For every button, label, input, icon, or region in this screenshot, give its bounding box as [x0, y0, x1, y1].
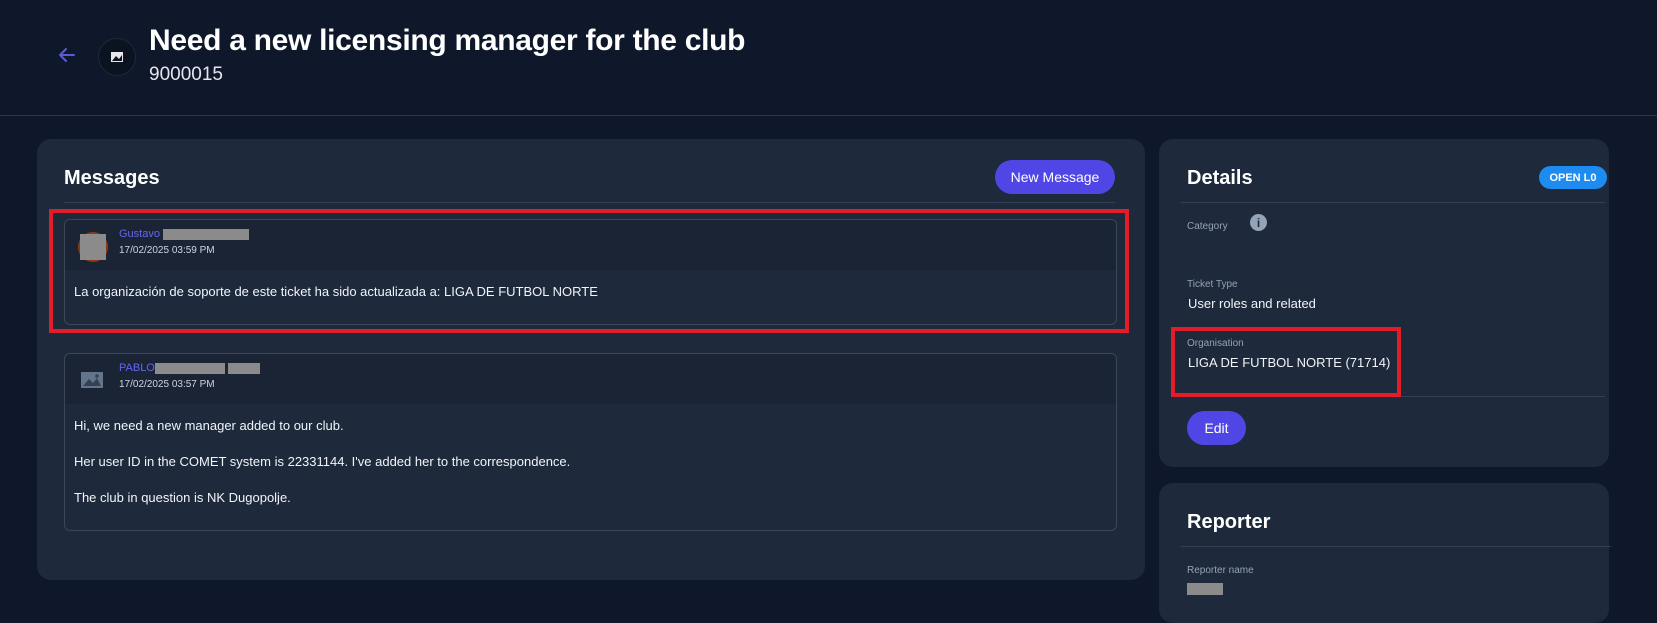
category-label: Category: [1187, 221, 1228, 232]
messages-divider: [64, 202, 1115, 203]
new-message-button[interactable]: New Message: [995, 160, 1115, 194]
details-divider: [1181, 202, 1605, 203]
edit-button[interactable]: Edit: [1187, 411, 1246, 445]
messages-title: Messages: [64, 167, 160, 189]
details-panel: Details OPEN L0 Category i Ticket Type U…: [1159, 139, 1609, 467]
message-text: Her user ID in the COMET system is 22331…: [74, 454, 571, 469]
highlight-box: [1171, 327, 1401, 397]
image-placeholder-icon: [77, 365, 107, 395]
highlight-box: [49, 209, 1129, 333]
message-header: PABLO 17/02/2025 03:57 PM: [65, 354, 1116, 404]
messages-panel: Messages New Message Gustavo 17/02/2025 …: [37, 139, 1145, 580]
info-icon[interactable]: i: [1250, 214, 1267, 231]
message-author[interactable]: PABLO: [119, 362, 260, 374]
back-arrow-icon[interactable]: [56, 44, 78, 66]
ticket-type-label: Ticket Type: [1187, 279, 1238, 290]
page-title: Need a new licensing manager for the clu…: [149, 24, 746, 57]
ticket-type-value: User roles and related: [1188, 296, 1316, 311]
reporter-title: Reporter: [1187, 511, 1271, 533]
reporter-name-label: Reporter name: [1187, 565, 1254, 576]
details-title: Details: [1187, 167, 1253, 189]
redacted-name: [154, 362, 225, 374]
ticket-id: 9000015: [149, 64, 223, 85]
message-text: Hi, we need a new manager added to our c…: [74, 418, 344, 433]
reporter-divider: [1181, 546, 1611, 547]
reporter-panel: Reporter Reporter name: [1159, 483, 1611, 623]
club-logo-icon: [98, 38, 136, 76]
ticket-header: Need a new licensing manager for the clu…: [0, 0, 1657, 116]
message-card: PABLO 17/02/2025 03:57 PM Hi, we need a …: [64, 353, 1117, 531]
redacted-reporter-name: [1187, 583, 1223, 595]
status-badge: OPEN L0: [1539, 166, 1607, 189]
message-text: The club in question is NK Dugopolje.: [74, 490, 291, 505]
message-body: Hi, we need a new manager added to our c…: [65, 404, 1116, 513]
message-timestamp: 17/02/2025 03:57 PM: [119, 379, 215, 390]
redacted-name: [227, 362, 260, 374]
